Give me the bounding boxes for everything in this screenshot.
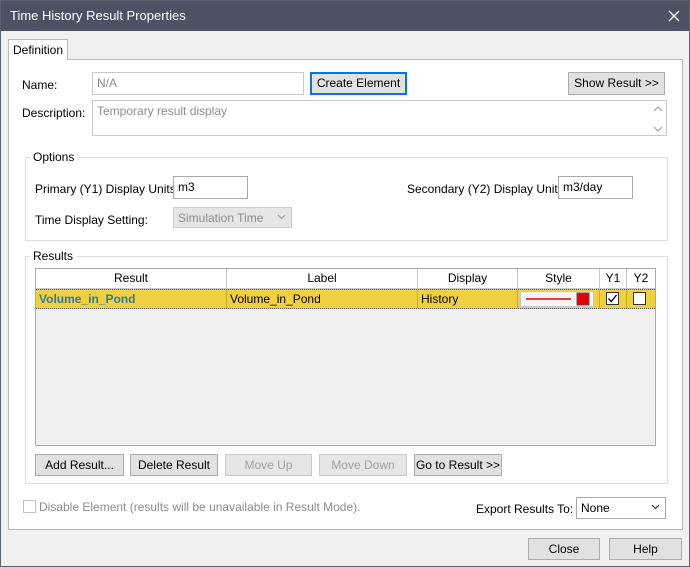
description-label: Description: — [22, 106, 86, 120]
time-display-label: Time Display Setting: — [35, 213, 148, 227]
options-title: Options — [30, 150, 78, 164]
column-header-y1[interactable]: Y1 — [600, 269, 627, 289]
results-table: Result Label Display Style Y1 Y2 Volume_… — [35, 268, 656, 446]
options-group: Options Primary (Y1) Display Units: m3 S… — [25, 150, 668, 241]
move-up-button[interactable]: Move Up — [225, 454, 312, 476]
checkmark-icon — [607, 294, 618, 303]
y1-checkbox[interactable] — [606, 292, 619, 305]
create-element-button[interactable]: Create Element — [310, 72, 407, 95]
column-header-display[interactable]: Display — [418, 269, 518, 289]
name-label: Name: — [22, 78, 58, 92]
export-results-select[interactable]: None — [576, 497, 666, 519]
style-swatch-box[interactable] — [520, 291, 594, 307]
line-style-icon — [526, 292, 590, 306]
definition-panel: Name: N/A Create Element Show Result >> … — [8, 59, 683, 530]
column-header-label[interactable]: Label — [227, 269, 418, 289]
primary-units-label: Primary (Y1) Display Units: — [35, 182, 180, 196]
disable-element-label: Disable Element (results will be unavail… — [39, 500, 361, 514]
show-result-button[interactable]: Show Result >> — [568, 72, 665, 95]
description-text: Temporary result display — [97, 104, 228, 118]
help-button[interactable]: Help — [609, 538, 682, 560]
time-display-value: Simulation Time — [178, 211, 264, 225]
description-scrollbar[interactable] — [651, 102, 665, 134]
chevron-down-icon — [277, 214, 286, 220]
tab-definition[interactable]: Definition — [8, 39, 68, 60]
close-button[interactable]: Close — [528, 538, 600, 560]
go-to-result-button[interactable]: Go to Result >> — [414, 454, 502, 476]
results-title: Results — [30, 249, 77, 263]
table-row[interactable]: Volume_in_Pond Volume_in_Pond History — [36, 289, 655, 309]
add-result-button[interactable]: Add Result... — [35, 454, 124, 476]
title-bar: Time History Result Properties — [1, 1, 689, 31]
name-input[interactable]: N/A — [92, 72, 304, 95]
scroll-arrows-icon — [653, 106, 663, 132]
y2-cell — [627, 290, 655, 308]
close-icon[interactable] — [659, 1, 689, 31]
secondary-units-label: Secondary (Y2) Display Units: — [407, 182, 568, 196]
dialog-window: Time History Result Properties Definitio… — [0, 0, 690, 567]
display-cell[interactable]: History — [418, 290, 518, 308]
export-results-label: Export Results To: — [476, 502, 574, 516]
description-textarea[interactable]: Temporary result display — [92, 100, 667, 136]
y2-checkbox[interactable] — [633, 292, 646, 305]
result-cell[interactable]: Volume_in_Pond — [36, 290, 227, 308]
export-results-value: None — [581, 501, 610, 515]
time-display-select[interactable]: Simulation Time — [173, 207, 292, 228]
chevron-down-icon — [651, 504, 660, 510]
move-down-button[interactable]: Move Down — [319, 454, 407, 476]
disable-element-checkbox[interactable] — [23, 500, 36, 513]
column-header-y2[interactable]: Y2 — [627, 269, 655, 289]
style-cell[interactable] — [518, 290, 600, 308]
y1-cell — [600, 290, 627, 308]
secondary-units-input[interactable]: m3/day — [558, 176, 633, 199]
primary-units-input[interactable]: m3 — [173, 176, 248, 199]
window-title: Time History Result Properties — [10, 8, 186, 23]
label-cell[interactable]: Volume_in_Pond — [227, 290, 418, 308]
delete-result-button[interactable]: Delete Result — [130, 454, 218, 476]
column-header-result[interactable]: Result — [36, 269, 227, 289]
column-header-style[interactable]: Style — [518, 269, 600, 289]
